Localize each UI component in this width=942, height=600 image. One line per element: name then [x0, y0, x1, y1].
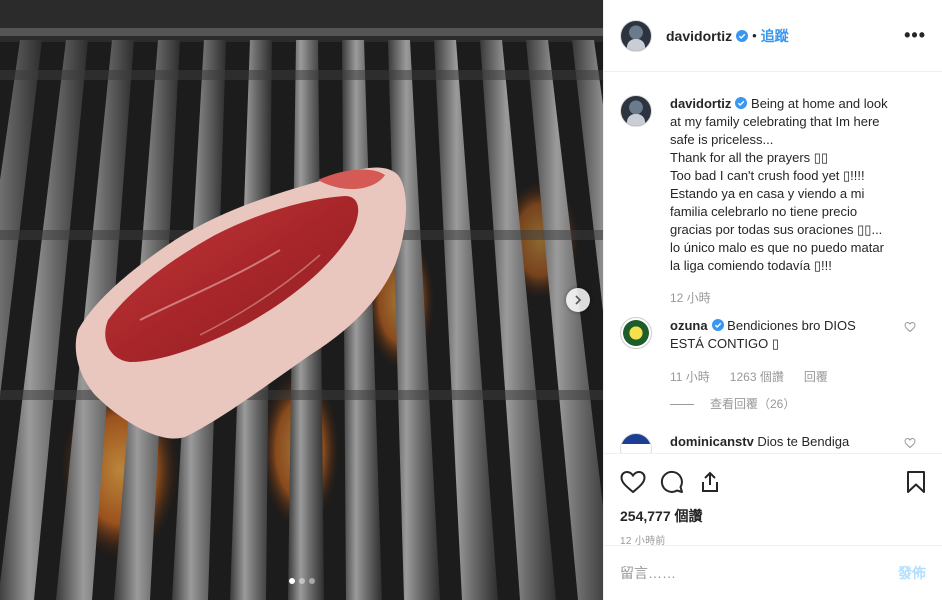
- comment-item: ozuna Bendiciones bro DIOS ESTÁ CONTIGO …: [620, 317, 926, 413]
- caption-time[interactable]: 12 小時: [670, 289, 926, 307]
- caption: davidortiz Being at home and look at my …: [620, 95, 926, 307]
- commenter-username[interactable]: dominicanstv: [670, 434, 754, 449]
- caption-line: safe is priceless...: [670, 132, 774, 147]
- carousel-dot: [308, 578, 315, 584]
- comment-bubble-icon: [660, 470, 683, 493]
- comment-likes[interactable]: 1263 個讚: [730, 368, 784, 386]
- post-side-panel: davidortiz • 追蹤 ••• davidortiz Being at …: [603, 0, 942, 600]
- caption-line: Being at home and look: [747, 96, 888, 111]
- caption-line: Estando ya en casa y viendo a mi: [670, 186, 865, 201]
- post-photo[interactable]: [0, 0, 603, 600]
- verified-badge-icon: [735, 97, 748, 109]
- caption-line: lo único malo es que no puedo matar: [670, 240, 884, 255]
- caption-text: davidortiz Being at home and look at my …: [670, 95, 926, 275]
- verified-badge-icon: [711, 319, 724, 331]
- post-header: davidortiz • 追蹤 •••: [604, 0, 942, 72]
- carousel-dot: [298, 578, 305, 584]
- view-replies-label: 查看回覆（26）: [710, 397, 796, 411]
- add-comment-bar: 發佈: [604, 545, 942, 600]
- more-options-icon[interactable]: •••: [904, 25, 926, 46]
- author-username[interactable]: davidortiz: [666, 28, 732, 44]
- header-separator: •: [752, 28, 757, 43]
- replies-divider: [670, 403, 694, 405]
- grill-crossbar: [0, 70, 603, 80]
- caption-line: la liga comiendo todavía ▯!!!: [670, 258, 832, 273]
- share-icon: [702, 471, 718, 492]
- comment-text: ESTÁ CONTIGO ▯: [670, 336, 779, 351]
- commenter-avatar[interactable]: [620, 433, 652, 453]
- caption-username[interactable]: davidortiz: [670, 96, 731, 111]
- save-button[interactable]: [906, 470, 926, 494]
- comment-item: dominicanstv Dios te Bendiga: [620, 433, 926, 453]
- comment-text: Dios te Bendiga: [753, 434, 850, 449]
- grill-steak-image: [0, 0, 603, 600]
- caption-line: familia celebrarlo no tiene precio: [670, 204, 858, 219]
- bookmark-icon: [907, 471, 925, 493]
- likes-count[interactable]: 254,777 個讚: [620, 506, 926, 526]
- carousel-dot: [288, 578, 295, 584]
- post-actions: 254,777 個讚 12 小時前: [604, 453, 942, 547]
- caption-line: at my family celebrating that Im here: [670, 114, 880, 129]
- caption-line: Thank for all the prayers ▯▯: [670, 150, 829, 165]
- commenter-username[interactable]: ozuna: [670, 318, 708, 333]
- post-comment-button[interactable]: 發佈: [898, 563, 926, 583]
- comment-input[interactable]: [620, 565, 898, 581]
- comment-button[interactable]: [660, 470, 684, 494]
- like-comment-icon[interactable]: [904, 437, 916, 449]
- view-replies-button[interactable]: 查看回覆（26）: [670, 395, 926, 413]
- like-button[interactable]: [620, 470, 646, 494]
- like-comment-icon[interactable]: [904, 321, 916, 333]
- comment-time[interactable]: 11 小時: [670, 368, 710, 386]
- comment-text: Bendiciones bro DIOS: [723, 318, 856, 333]
- grill-crossbar: [0, 390, 603, 400]
- next-photo-button[interactable]: [566, 288, 590, 312]
- caption-line: gracias por todas sus oraciones ▯▯...: [670, 222, 883, 237]
- share-button[interactable]: [698, 470, 722, 494]
- caption-avatar[interactable]: [620, 95, 652, 127]
- commenter-avatar[interactable]: [620, 317, 652, 349]
- caption-line: Too bad I can't crush food yet ▯!!!!: [670, 168, 865, 183]
- heart-icon: [620, 470, 646, 494]
- verified-badge-icon: [736, 29, 749, 42]
- comments-list[interactable]: davidortiz Being at home and look at my …: [604, 73, 942, 453]
- follow-button[interactable]: 追蹤: [761, 26, 789, 46]
- chevron-right-icon: [575, 295, 582, 305]
- author-avatar[interactable]: [620, 19, 652, 52]
- reply-button[interactable]: 回覆: [804, 368, 828, 386]
- carousel-indicator: [0, 578, 603, 584]
